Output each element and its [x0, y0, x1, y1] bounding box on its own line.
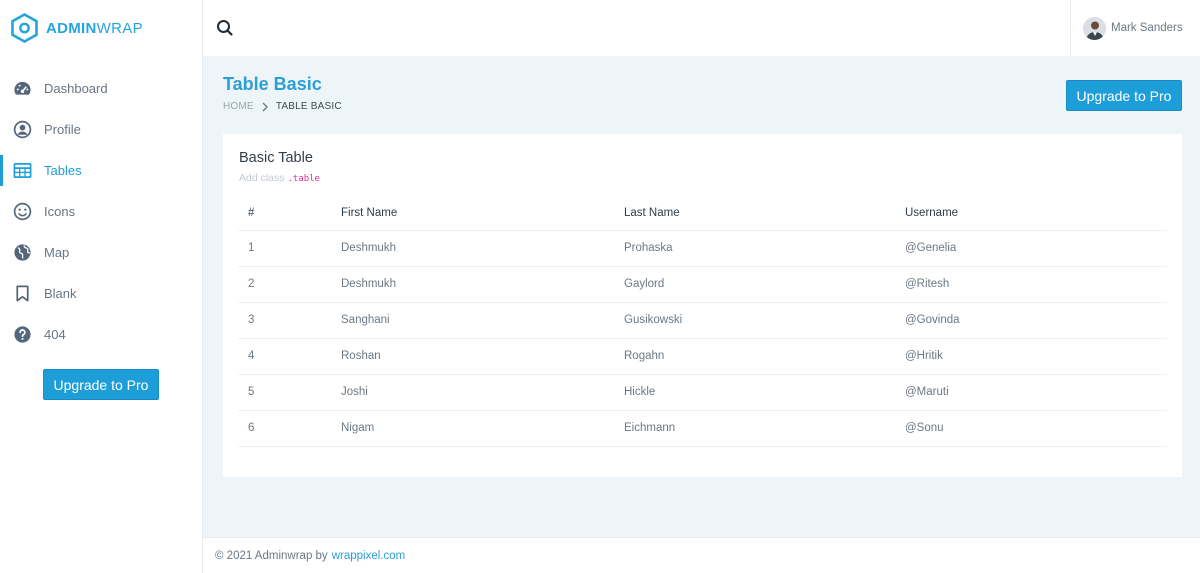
table-cell: Gusikowski	[614, 301, 895, 338]
sidebar-item-map[interactable]: Map	[0, 232, 202, 273]
table-cell: Roshan	[331, 337, 614, 374]
card-title: Basic Table	[239, 150, 313, 166]
smile-icon	[13, 202, 32, 221]
sidebar-item-label: Icons	[44, 204, 76, 219]
user-name: Mark Sanders	[1111, 22, 1183, 34]
sidebar-item-tables[interactable]: Tables	[0, 150, 202, 191]
card-subtitle: Add class .table	[239, 172, 320, 184]
sidebar-item-dashboard[interactable]: Dashboard	[0, 68, 202, 109]
column-header: Username	[905, 206, 959, 219]
table-icon	[13, 161, 32, 180]
sidebar-item-404[interactable]: 404	[0, 314, 202, 355]
table-row: 2 Deshmukh Gaylord @Ritesh	[238, 265, 1167, 302]
question-icon	[13, 325, 32, 344]
table-cell: 6	[238, 409, 331, 447]
table-cell: @Govinda	[895, 301, 1167, 338]
table-row: 5 Joshi Hickle @Maruti	[238, 373, 1167, 410]
profile-icon	[13, 120, 32, 139]
search-icon[interactable]	[215, 18, 235, 38]
footer-link[interactable]: wrappixel.com	[332, 550, 406, 562]
table-cell: Rogahn	[614, 337, 895, 374]
sidebar-item-icons[interactable]: Icons	[0, 191, 202, 232]
breadcrumb-current: TABLE BASIC	[275, 101, 342, 112]
column-header: Last Name	[624, 206, 680, 219]
chevron-right-icon	[261, 102, 269, 112]
footer: © 2021 Adminwrap by wrappixel.com	[203, 537, 1200, 573]
sidebar-item-label: Profile	[44, 122, 81, 137]
sidebar-item-profile[interactable]: Profile	[0, 109, 202, 150]
table-cell: Eichmann	[614, 409, 895, 447]
table-row: 4 Roshan Rogahn @Hritik	[238, 337, 1167, 374]
dashboard-icon	[13, 79, 32, 98]
header-upgrade-button[interactable]: Upgrade to Pro	[1066, 80, 1182, 111]
table-cell: Gaylord	[614, 265, 895, 302]
table-cell: 2	[238, 265, 331, 302]
sidebar-item-label: 404	[44, 327, 66, 342]
table-cell: Hickle	[614, 373, 895, 410]
table-cell: 3	[238, 301, 331, 338]
table-row: 6 Nigam Eichmann @Sonu	[238, 409, 1167, 447]
table-cell: 4	[238, 337, 331, 374]
basic-table-card: Basic Table Add class .table # First Nam…	[223, 134, 1182, 477]
column-header: First Name	[341, 206, 398, 219]
class-code: .table	[287, 174, 320, 184]
sidebar-item-label: Map	[44, 245, 70, 260]
sidebar-upgrade-button[interactable]: Upgrade to Pro	[43, 369, 159, 400]
brand-name: ADMINWRAP	[46, 19, 143, 37]
table-cell: @Sonu	[895, 409, 1167, 447]
table-cell: 1	[238, 229, 331, 266]
table-cell: Prohaska	[614, 229, 895, 266]
globe-icon	[13, 243, 32, 262]
sidebar-nav: Dashboard Profile Tables Icons Map Blank…	[0, 68, 202, 355]
table-cell: Sanghani	[331, 301, 614, 338]
table-cell: @Hritik	[895, 337, 1167, 374]
table-row: 3 Sanghani Gusikowski @Govinda	[238, 301, 1167, 338]
column-header: #	[248, 206, 255, 219]
hexagon-logo-icon	[11, 13, 38, 43]
sidebar-item-blank[interactable]: Blank	[0, 273, 202, 314]
bookmark-icon	[13, 284, 32, 303]
table-cell: 5	[238, 373, 331, 410]
topbar: Mark Sanders	[203, 0, 1200, 56]
table-cell: Joshi	[331, 373, 614, 410]
table-row: 1 Deshmukh Prohaska @Genelia	[238, 229, 1167, 266]
table-header-row: # First Name Last Name Username	[238, 196, 1167, 230]
table-cell: Nigam	[331, 409, 614, 447]
table-cell: Deshmukh	[331, 265, 614, 302]
sidebar-item-label: Blank	[44, 286, 77, 301]
brand-logo[interactable]: ADMINWRAP	[0, 0, 202, 56]
user-menu[interactable]: Mark Sanders	[1070, 0, 1200, 56]
table-cell: @Ritesh	[895, 265, 1167, 302]
footer-text: © 2021 Adminwrap by	[215, 549, 328, 562]
sidebar-item-label: Tables	[44, 163, 82, 178]
breadcrumb-home[interactable]: HOME	[223, 101, 254, 112]
table-cell: Deshmukh	[331, 229, 614, 266]
breadcrumb: HOME TABLE BASIC	[223, 101, 342, 112]
avatar	[1083, 16, 1106, 40]
sidebar: ADMINWRAP Dashboard Profile Tables Icons	[0, 0, 203, 573]
table-cell: @Genelia	[895, 229, 1167, 266]
sidebar-item-label: Dashboard	[44, 81, 108, 96]
basic-table: # First Name Last Name Username 1 Deshmu…	[238, 196, 1167, 447]
page-title: Table Basic	[223, 74, 322, 94]
table-cell: @Maruti	[895, 373, 1167, 410]
